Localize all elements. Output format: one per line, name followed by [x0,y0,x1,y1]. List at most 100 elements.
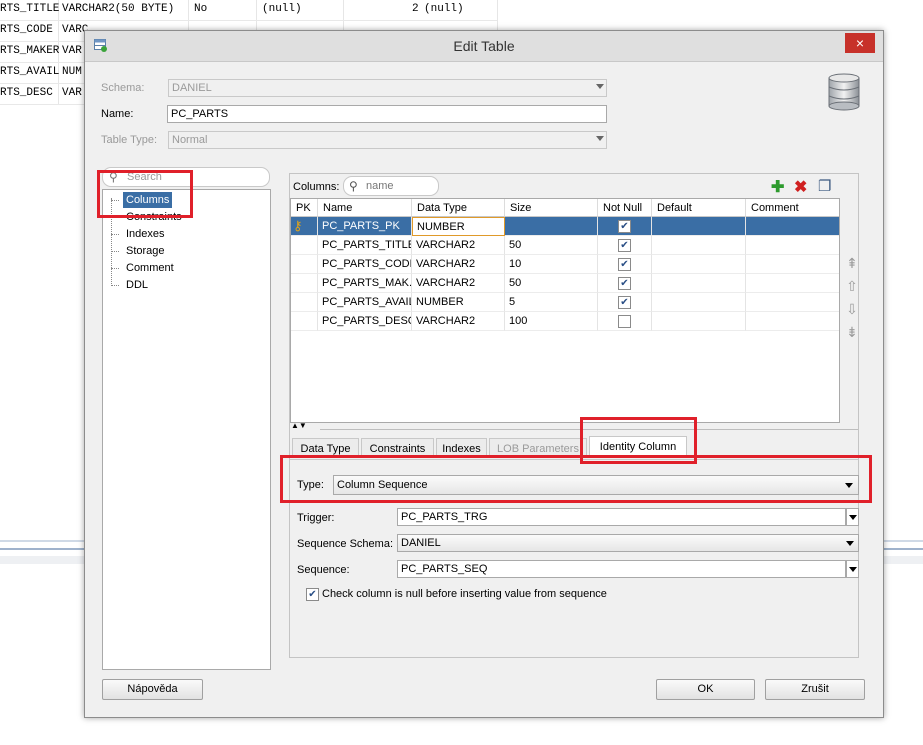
trigger-input[interactable]: PC_PARTS_TRG [397,508,846,526]
check-null-checkbox[interactable]: ✔ [306,588,319,601]
copy-column-icon[interactable]: ❐ [818,177,831,195]
cell-default[interactable] [652,293,746,312]
columns-filter-placeholder: name [366,180,394,192]
table-row[interactable]: ⚷ PC_PARTS_PK NUMBER ✔ [291,217,839,236]
chevron-down-icon [596,84,604,89]
cell-default[interactable] [652,255,746,274]
nav-item-storage[interactable]: Storage [126,243,165,259]
sequence-schema-combo[interactable]: DANIEL [397,534,859,552]
nav-item-indexes[interactable]: Indexes [126,226,165,242]
col-header-name[interactable]: Name [318,199,412,217]
cell-size[interactable]: 50 [505,236,598,255]
cell-data-type[interactable]: VARCHAR2 [412,236,505,255]
cell-name[interactable]: PC_PARTS_CODE [318,255,412,274]
cell-comments: (null) [424,3,464,15]
cell-data-type: NUM [62,66,82,78]
trigger-dropdown-button[interactable] [846,508,859,526]
cell-data-type-editor[interactable]: NUMBER [412,217,505,236]
cell-column-name: RTS_TITLE [0,3,60,15]
cell-name[interactable]: PC_PARTS_PK [318,217,412,236]
cell-not-null: ✔ [598,274,652,293]
splitter-handle[interactable]: ▲▼ [290,421,858,433]
move-up-icon[interactable]: ⇧ [844,278,860,294]
close-button[interactable]: × [845,33,875,53]
name-label: Name: [101,108,134,120]
cell-size[interactable]: 10 [505,255,598,274]
edit-table-dialog: Edit Table × Schema: DANIEL Name: PC_PAR… [84,30,884,718]
table-row: RTS_TITLE VARCHAR2(50 BYTE) No (null) 2 … [0,0,497,21]
cancel-button[interactable]: Zrušit [765,679,865,700]
title-bar[interactable]: Edit Table × [85,31,883,62]
schema-combo: DANIEL [168,79,607,97]
cell-comment[interactable] [746,312,839,331]
cell-size[interactable]: 100 [505,312,598,331]
remove-column-icon[interactable]: ✖ [794,177,807,197]
table-row[interactable]: PC_PARTS_TITLE VARCHAR2 50 ✔ [291,236,839,255]
help-button[interactable]: Nápověda [102,679,203,700]
cell-data-type[interactable]: VARCHAR2 [412,255,505,274]
col-header-not-null[interactable]: Not Null [598,199,652,217]
database-icon [827,73,861,111]
cell-pk: ⚷ [291,217,318,236]
collapse-arrows-icon[interactable]: ▲▼ [291,421,307,430]
cell-name[interactable]: PC_PARTS_TITLE [318,236,412,255]
cell-size[interactable] [505,217,598,236]
sequence-dropdown-button[interactable] [846,560,859,578]
cell-data-type[interactable]: NUMBER [412,293,505,312]
cell-pk [291,312,318,331]
ok-button[interactable]: OK [656,679,755,700]
cell-comment[interactable] [746,274,839,293]
sequence-input[interactable]: PC_PARTS_SEQ [397,560,846,578]
move-top-icon[interactable]: ⇞ [844,255,860,271]
cell-data-type[interactable]: VARCHAR2 [412,312,505,331]
cell-not-null [598,312,652,331]
cell-data-type[interactable]: VARCHAR2 [412,274,505,293]
cell-default[interactable] [652,217,746,236]
table-row[interactable]: PC_PARTS_CODE VARCHAR2 10 ✔ [291,255,839,274]
nav-item-ddl[interactable]: DDL [126,277,148,293]
col-header-data-type[interactable]: Data Type [412,199,505,217]
col-header-pk[interactable]: PK [291,199,318,217]
columns-label: Columns: [293,181,340,193]
schema-value: DANIEL [172,82,212,94]
table-name-input[interactable]: PC_PARTS [167,105,607,123]
move-down-icon[interactable]: ⇩ [844,301,860,317]
col-header-comment[interactable]: Comment [746,199,839,217]
cell-comment[interactable] [746,236,839,255]
trigger-label: Trigger: [297,512,335,524]
cell-default[interactable] [652,274,746,293]
table-row[interactable]: PC_PARTS_DESC VARCHAR2 100 [291,312,839,331]
not-null-checkbox[interactable]: ✔ [618,258,631,271]
columns-filter-input[interactable]: ⚲ name [343,176,439,196]
add-column-icon[interactable]: ✚ [771,177,784,197]
not-null-checkbox[interactable]: ✔ [618,220,631,233]
cell-default[interactable] [652,236,746,255]
cell-comment[interactable] [746,255,839,274]
cell-comment[interactable] [746,217,839,236]
cell-name[interactable]: PC_PARTS_DESC [318,312,412,331]
move-bottom-icon[interactable]: ⇟ [844,324,860,340]
cell-size[interactable]: 50 [505,274,598,293]
cell-size[interactable]: 5 [505,293,598,312]
cell-column-id: 2 [412,3,419,15]
search-icon: ⚲ [349,179,358,193]
chevron-down-icon [849,515,857,520]
table-row[interactable]: PC_PARTS_MAK... VARCHAR2 50 ✔ [291,274,839,293]
not-null-checkbox[interactable]: ✔ [618,239,631,252]
not-null-checkbox[interactable]: ✔ [618,277,631,290]
cell-pk [291,293,318,312]
cell-name[interactable]: PC_PARTS_MAK... [318,274,412,293]
not-null-checkbox[interactable]: ✔ [618,296,631,309]
tree-guide [111,285,119,286]
cell-comment[interactable] [746,293,839,312]
table-row[interactable]: PC_PARTS_AVAIL NUMBER 5 ✔ [291,293,839,312]
col-header-default[interactable]: Default [652,199,746,217]
not-null-checkbox[interactable] [618,315,631,328]
cell-default[interactable] [652,312,746,331]
cell-name[interactable]: PC_PARTS_AVAIL [318,293,412,312]
nav-item-comment[interactable]: Comment [126,260,174,276]
primary-key-icon: ⚷ [293,218,303,233]
col-header-size[interactable]: Size [505,199,598,217]
cell-pk [291,255,318,274]
cell-pk [291,236,318,255]
